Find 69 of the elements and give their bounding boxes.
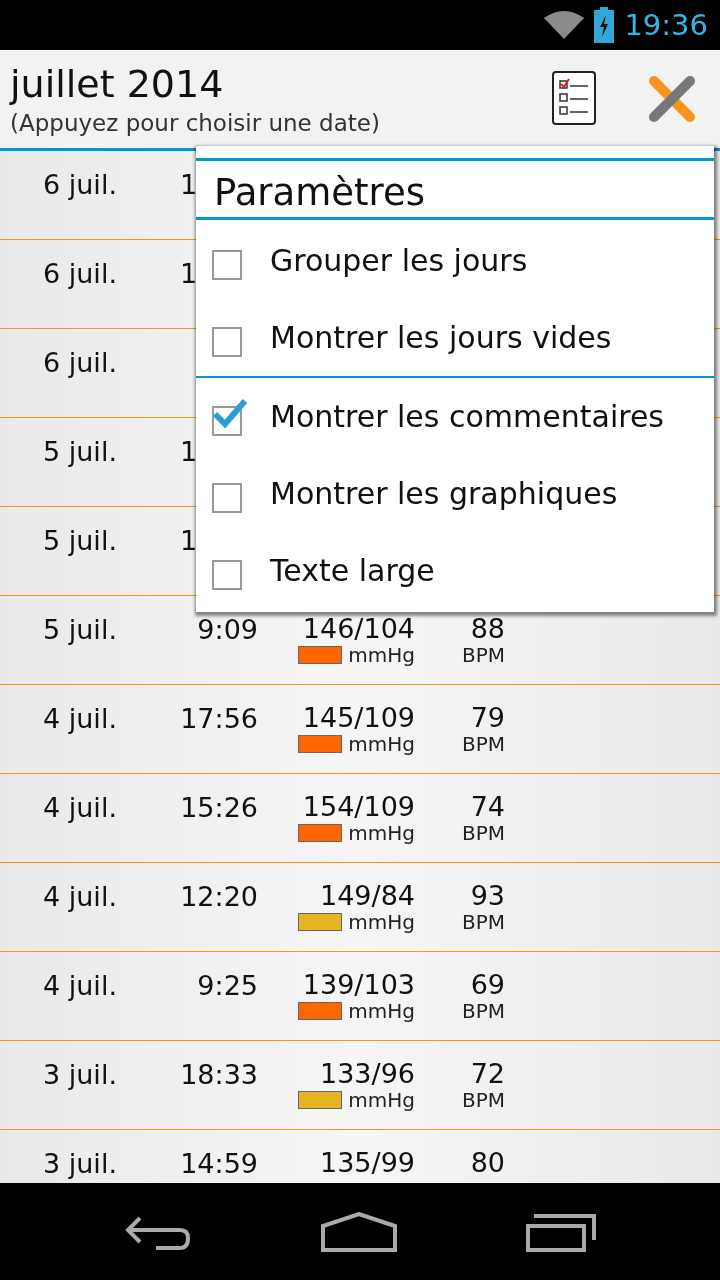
blood-pressure-value: 149/84	[320, 881, 415, 911]
date-text: 4 juil.	[43, 792, 117, 823]
date-text: 3 juil.	[43, 1148, 117, 1179]
blood-pressure-value: 139/103	[302, 970, 415, 1000]
date-text: 6 juil.	[43, 347, 117, 378]
date-text: 5 juil.	[43, 614, 117, 645]
pulse-unit: BPM	[461, 733, 505, 755]
pulse-value: 72	[470, 1059, 505, 1089]
menu-title: Paramètres	[196, 158, 714, 220]
time-text: 9:09	[196, 614, 258, 645]
time-text: 17:56	[179, 703, 258, 734]
clock-time: 19:36	[624, 8, 708, 42]
date-text: 5 juil.	[43, 436, 117, 467]
reading-row[interactable]: 3 juil. 18:33 133/96 mmHg 72 BPM	[0, 1041, 720, 1130]
date-text: 4 juil.	[43, 881, 117, 912]
time-text: 1	[180, 525, 198, 556]
menu-item[interactable]: Grouper les jours	[196, 222, 714, 299]
pulse-value: 69	[470, 970, 505, 1000]
checklist-icon[interactable]	[552, 71, 596, 127]
date-text: 4 juil.	[43, 970, 117, 1001]
pulse-unit: BPM	[461, 1089, 505, 1111]
time-text: 15:26	[179, 792, 258, 823]
date-text: 6 juil.	[43, 258, 117, 289]
battery-charging-icon	[594, 7, 615, 43]
reading-row[interactable]: 4 juil. 15:26 154/109 mmHg 74 BPM	[0, 774, 720, 863]
pressure-unit: mmHg	[348, 1089, 415, 1111]
date-text: 6 juil.	[43, 169, 117, 200]
month-title[interactable]: juillet 2014	[10, 62, 552, 106]
date-text: 5 juil.	[43, 525, 117, 556]
time-text: 1	[180, 258, 198, 289]
reading-row[interactable]: 4 juil. 9:25 139/103 mmHg 69 BPM	[0, 952, 720, 1041]
date-text: 3 juil.	[43, 1059, 117, 1090]
pulse-unit: BPM	[461, 822, 505, 844]
blood-pressure-value: 145/109	[302, 703, 415, 733]
pulse-value: 80	[470, 1148, 505, 1178]
pulse-value: 74	[470, 792, 505, 822]
blood-pressure-value: 154/109	[302, 792, 415, 822]
date-hint: (Appuyez pour choisir une date)	[10, 110, 381, 136]
menu-item[interactable]: Montrer les graphiques	[196, 455, 714, 532]
pulse-value: 88	[470, 614, 505, 644]
time-text: 9:25	[196, 970, 258, 1001]
wifi-icon	[544, 10, 585, 40]
time-text: 12:20	[179, 881, 258, 912]
recent-apps-icon[interactable]	[525, 1211, 596, 1252]
time-text: 1	[180, 169, 198, 200]
pulse-unit: BPM	[461, 644, 505, 666]
pulse-unit: BPM	[461, 1000, 505, 1022]
menu-item[interactable]: Montrer les commentaires	[196, 378, 714, 455]
pressure-unit: mmHg	[348, 1000, 415, 1022]
menu-item[interactable]: Montrer les jours vides	[196, 299, 714, 376]
home-icon[interactable]	[321, 1211, 397, 1252]
reading-row[interactable]: 4 juil. 12:20 149/84 mmHg 93 BPM	[0, 863, 720, 952]
blood-pressure-value: 133/96	[320, 1059, 415, 1089]
pressure-unit: mmHg	[348, 822, 415, 844]
time-text: 18:33	[179, 1059, 258, 1090]
time-text: 14:59	[179, 1148, 258, 1179]
pulse-value: 93	[470, 881, 505, 911]
blood-pressure-value: 135/99	[320, 1148, 415, 1178]
blood-pressure-value: 146/104	[302, 614, 415, 644]
pulse-unit: BPM	[461, 911, 505, 933]
date-text: 4 juil.	[43, 703, 117, 734]
pressure-unit: mmHg	[348, 911, 415, 933]
pulse-value: 79	[470, 703, 505, 733]
pressure-unit: mmHg	[348, 644, 415, 666]
reading-row[interactable]: 4 juil. 17:56 145/109 mmHg 79 BPM	[0, 685, 720, 774]
checkbox[interactable]	[212, 397, 248, 436]
tools-icon[interactable]	[648, 75, 696, 123]
time-text: 1	[180, 436, 198, 467]
pressure-unit: mmHg	[348, 733, 415, 755]
